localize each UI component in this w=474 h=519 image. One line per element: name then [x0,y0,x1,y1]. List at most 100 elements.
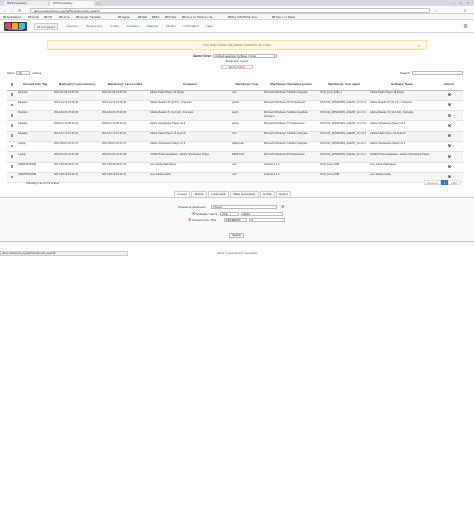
criterion-operator-select[interactable]: DIFFERENT [224,218,247,222]
criterion-value-input[interactable]: te [249,218,285,222]
table-row[interactable]: Desktop 2014-02-10 14:37:01 2014-02-10 1… [7,131,463,142]
column-header[interactable]: Machine(s): User [231,80,263,91]
bookmark-item[interactable]: Jagran [118,15,130,20]
saved-view-select[interactable]: Default selection by Base / Node ▾ [213,53,277,58]
column-header[interactable]: Machine(s): User agent [319,80,369,91]
delete-icon[interactable] [448,114,451,117]
close-icon[interactable]: × [418,41,420,50]
remove-criterion-icon[interactable]: ✖ [192,211,195,216]
cell-computer[interactable]: Adobe Shockwave Player 11.6 [149,120,231,132]
cell-user: steph [231,110,263,122]
remove-criterion-icon[interactable]: ✖ [188,218,191,222]
bookmark-item[interactable]: Tune in 2 Radio [272,15,295,20]
table-row[interactable]: Desktop 2013-12-12 10:29:36 2013-12-12 1… [7,100,463,112]
row-checkbox[interactable] [10,124,14,127]
back-arrow-icon[interactable]: ← [3,8,7,13]
pagination-previous[interactable]: Previous [424,180,441,185]
row-checkbox[interactable] [10,134,14,138]
nav-deployment[interactable]: Deployment [86,23,102,30]
delete-icon[interactable] [448,145,451,148]
nav-help[interactable]: Help [206,23,212,30]
column-header[interactable]: Account info: Tag [17,80,53,91]
column-header[interactable]: Machine(s): Operating system [263,80,319,91]
row-checkbox[interactable] [10,113,14,117]
cell-computer[interactable]: Adobe Flash Player 19 Plugin [149,90,231,101]
browser-menu-icon[interactable]: ≡ [464,8,466,13]
remove-criterion-icon[interactable]: ✖ [281,205,284,209]
cell-computer[interactable]: Adobe Flash Player 12 ActiveX [149,131,231,142]
nav-config[interactable]: Config [110,23,119,30]
column-header[interactable]: Machine(s): Last contact [101,80,149,91]
cell-computer[interactable]: com.adobe.reader [149,172,231,184]
row-checkbox[interactable] [10,154,14,158]
row-checkbox[interactable] [10,93,14,96]
main-nav: All computers Inventory Deployment Confi… [34,23,220,30]
column-header[interactable]: Machine(s): Last inventory [53,80,101,91]
table-row[interactable]: Desktop 2014-02-10 09:21:22 2014-02-10 0… [7,120,463,132]
choose-parameter-select[interactable]: Choose [211,205,277,209]
bookmark-item[interactable]: OSI [44,15,52,20]
row-checkbox[interactable] [10,144,14,148]
nav-manage[interactable]: Manage [147,23,158,30]
delete-icon[interactable] [448,93,451,96]
criterion-operator-select[interactable]: LIKE [220,211,239,216]
bookmark-item[interactable]: Buy FIAMDICE Jura... [228,15,259,20]
select-all-checkbox[interactable] [10,82,14,86]
cell-user: root [231,172,263,184]
bookmark-item[interactable]: Home [59,15,70,20]
address-bar[interactable]: demo.ocsinventory-ng.org/?function=visu_… [30,7,430,13]
delete-icon[interactable] [448,103,451,106]
table-row[interactable]: Desktop 2017-01-06 15:57:34 2017-01-06 1… [7,90,463,101]
delete-icon[interactable] [448,124,451,127]
cell-software: Adobe Reader XI (11.0.1) - Français [369,100,435,112]
table-row[interactable]: Laptop 2015-02-03 21:37:48 2015-02-03 21… [7,151,463,163]
nav-all-computers[interactable]: All computers [34,23,59,30]
row-checkbox[interactable] [10,103,14,107]
bookmark-item[interactable]: Kindle [165,15,176,20]
cell-os: Microsoft Windows 7 Édition Familiale Pr… [263,110,319,122]
table-search-input[interactable] [412,70,463,75]
cell-user: root [231,131,263,142]
gear-icon[interactable]: ⚙ [463,24,468,30]
cell-computer[interactable]: Adobe Reader XI (11.0.1) - Français [149,100,231,112]
row-checkbox[interactable] [10,165,14,169]
bookmark-item[interactable]: Google Translate [76,15,101,20]
cell-computer[interactable]: com.adobe.flashplayer [149,162,231,173]
bookmark-item[interactable]: Wall [138,15,147,20]
select-all-header[interactable] [7,80,17,91]
bookmark-create-link[interactable]: Create [240,59,248,63]
nav-inventory[interactable]: Inventory [66,23,78,30]
bookmark-item[interactable]: Gmail [28,15,39,20]
delete-icon[interactable] [448,175,451,178]
nav-information[interactable]: Information [184,23,199,30]
search-button[interactable]: Search [229,233,244,238]
delete-icon[interactable] [448,134,451,137]
delete-icon[interactable] [448,165,451,168]
bookmark-item[interactable]: Applications [3,15,22,20]
column-header[interactable]: Computer [149,80,231,91]
new-tab-button[interactable] [96,1,101,5]
delete-icon[interactable] [448,155,451,158]
bookmark-star-icon[interactable]: ☆ [434,8,438,13]
page-length-select[interactable]: 10 [16,71,31,76]
ocs-logo[interactable]: OCS Inventory [4,22,27,31]
column-header[interactable]: Software: Name [369,80,435,91]
table-row[interactable]: Laptop 2017-08-07 15:27:27 2017-08-07 15… [7,141,463,153]
criterion-value-input[interactable]: adobe [241,211,283,216]
table-row[interactable]: SMARTPHONE 2017-08-30 20:07:43 2017-08-3… [7,162,463,173]
reload-icon[interactable]: ↻ [18,8,21,13]
table-row[interactable]: SMARTPHONE 2017-08-30 15:21:37 2017-08-3… [7,172,463,184]
reset-search-button[interactable]: Reset search [221,65,253,69]
cell-computer[interactable]: Adobe Reader XI (11.0.04) - Français [149,110,231,122]
bookmark-item[interactable]: Bin [152,15,160,20]
cell-computer[interactable]: OSARTS Decompilation - Adobe Shockwave P… [149,151,231,163]
cell-computer[interactable]: Adobe Shockwave Player 11.6 [149,141,231,153]
table-row[interactable]: Desktop 2014-04-01 15:26:33 2014-04-01 1… [7,110,463,122]
row-checkbox[interactable] [10,175,14,179]
pagination-next[interactable]: Next [448,180,461,185]
nav-activation[interactable]: Activation [126,23,139,30]
forward-arrow-icon[interactable]: → [10,8,14,13]
nav-plugins[interactable]: Plugins [166,23,176,30]
pagination-page[interactable]: 1 [440,180,449,185]
bookmark-item[interactable]: Linux for Platinum Ha... [182,15,215,20]
